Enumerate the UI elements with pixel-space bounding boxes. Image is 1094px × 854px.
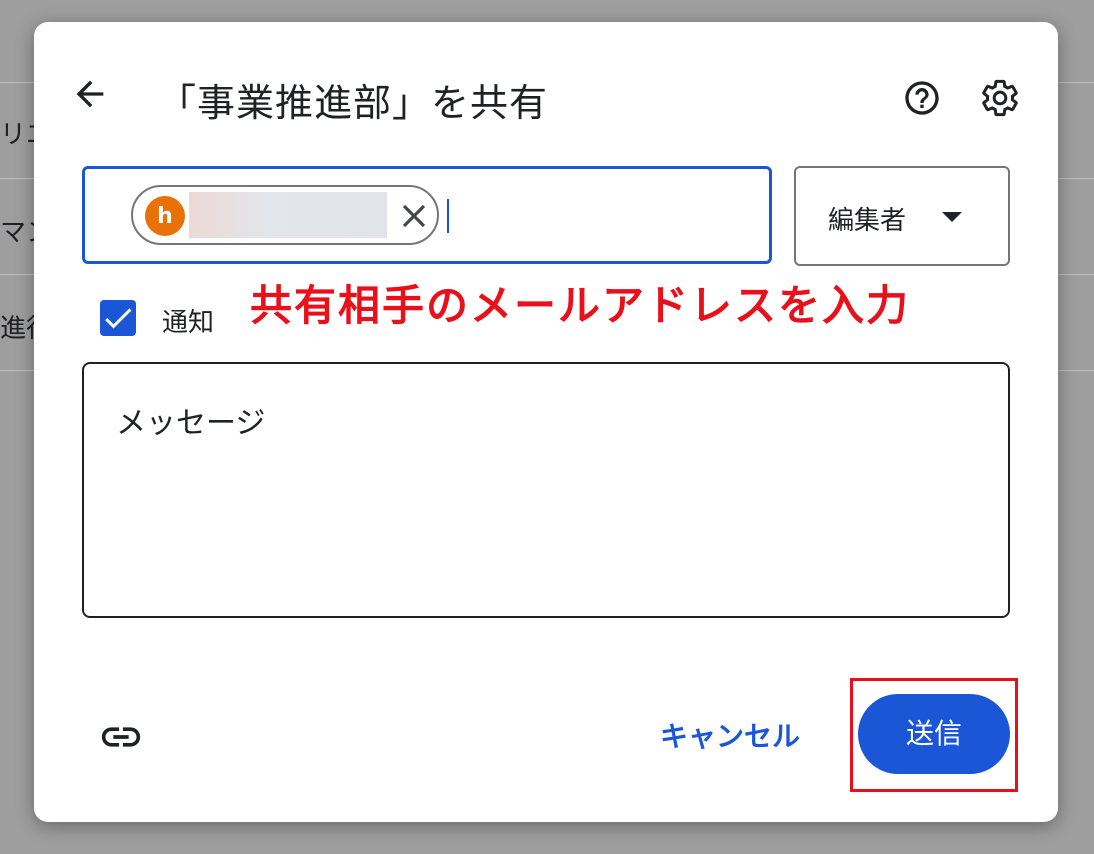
link-icon	[101, 727, 141, 747]
dialog-title: 「事業推進部」を共有	[158, 81, 549, 125]
text-caret	[447, 199, 449, 233]
help-button[interactable]	[902, 78, 942, 118]
instruction-annotation: 共有相手のメールアドレスを入力	[250, 281, 911, 330]
message-placeholder: メッセージ	[116, 406, 266, 441]
dropdown-arrow-icon	[942, 212, 962, 222]
role-dropdown[interactable]: 編集者	[794, 166, 1010, 266]
message-textarea[interactable]: メッセージ	[82, 362, 1010, 618]
redacted-email	[189, 192, 387, 238]
avatar: h	[145, 196, 185, 236]
role-selected-label: 編集者	[828, 206, 907, 236]
arrow-back-icon	[76, 80, 104, 108]
notify-label: 通知	[162, 308, 215, 338]
recipient-chip[interactable]: h	[131, 185, 439, 245]
recipient-input[interactable]: h	[82, 166, 772, 264]
checkmark-icon	[105, 308, 132, 329]
chip-remove-button[interactable]	[395, 197, 433, 235]
settings-button[interactable]	[980, 78, 1020, 118]
share-dialog: 「事業推進部」を共有 h 編集者 共有相手のメールアドレスを入力 通知 メッセー…	[34, 22, 1058, 822]
cancel-button[interactable]: キャンセル	[650, 712, 810, 762]
gear-icon	[982, 79, 1018, 117]
help-circle-icon	[905, 81, 939, 115]
copy-link-button[interactable]	[98, 714, 144, 760]
notify-checkbox[interactable]	[100, 300, 136, 336]
send-button[interactable]: 送信	[858, 694, 1010, 774]
close-icon	[402, 204, 426, 228]
back-button[interactable]	[70, 74, 110, 114]
